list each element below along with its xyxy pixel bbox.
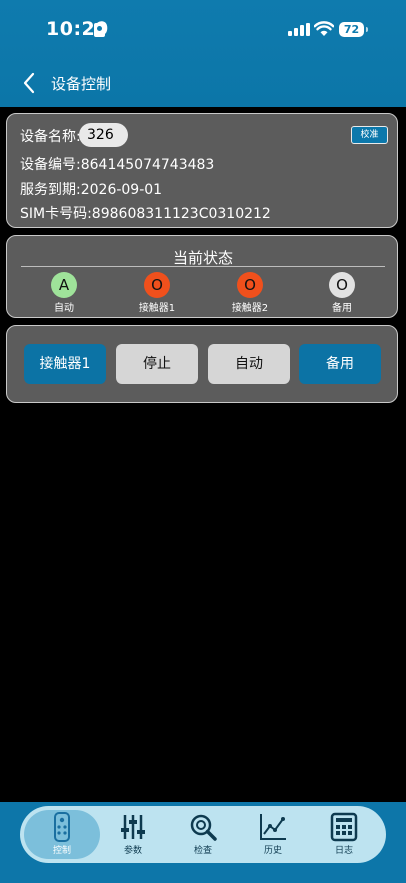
tab-history[interactable]: 历史 [238,806,308,863]
id-card-icon [94,23,105,37]
status-panel: 当前状态 A 自动 O 接触器1 O 接触器2 O 备用 [6,235,398,318]
device-name-label: 设备名称: [20,129,81,145]
control-panel: 接触器1 停止 自动 备用 [6,325,398,403]
device-info-panel: 设备名称: 326 校准 设备编号:864145074743483 服务到期:2… [6,113,398,228]
stop-button[interactable]: 停止 [116,344,198,384]
remote-control-icon [54,812,70,842]
indicator-label: 接触器1 [138,303,176,314]
indicator-auto: A 自动 [29,272,99,314]
bottom-tab-bar: 控制 参数 检查 历史 日志 [20,806,386,863]
contactor-1-button[interactable]: 接触器1 [24,344,106,384]
tab-label: 参数 [123,846,142,856]
tab-label: 控制 [52,846,71,856]
page-title: 设备控制 [51,75,112,93]
indicator-contactor-1: O 接触器1 [122,272,192,314]
status-title: 当前状态 [172,249,233,267]
auto-button[interactable]: 自动 [208,344,290,384]
back-arrow-icon[interactable] [22,72,36,94]
tab-label: 历史 [263,846,282,856]
battery-tip [366,27,368,32]
indicator-contactor-2: O 接触器2 [215,272,285,314]
battery-icon: 72 [339,22,364,37]
wifi-icon [314,21,334,36]
sliders-icon [121,815,145,839]
cellular-signal-icon [288,23,310,36]
tab-control[interactable]: 控制 [27,806,97,863]
indicator-circle: O [144,272,170,298]
header-bar: 10:29 72 设备控制 [0,0,406,107]
indicator-circle: A [51,272,77,298]
indicator-label: 接触器2 [231,303,269,314]
indicator-label: 备用 [332,303,352,314]
standby-button[interactable]: 备用 [299,344,381,384]
device-code: 设备编号:864145074743483 [20,157,215,173]
indicator-standby: O 备用 [307,272,377,314]
tab-log[interactable]: 日志 [309,806,379,863]
indicator-circle: O [329,272,355,298]
line-chart-icon [260,814,286,840]
service-expiry: 服务到期:2026-09-01 [20,182,163,198]
status-divider [21,266,385,267]
calibrate-button[interactable]: 校准 [351,126,388,144]
tab-label: 检查 [193,846,212,856]
indicator-circle: O [237,272,263,298]
indicator-label: 自动 [54,303,74,314]
sim-number: SIM卡号码:898608311123C0310212 [20,206,271,222]
tab-label: 日志 [334,846,353,856]
tab-parameters[interactable]: 参数 [98,806,168,863]
log-document-icon [330,812,358,842]
tab-inspect[interactable]: 检查 [168,806,238,863]
magnifier-icon [190,814,217,841]
device-name-field[interactable]: 326 [79,123,128,147]
